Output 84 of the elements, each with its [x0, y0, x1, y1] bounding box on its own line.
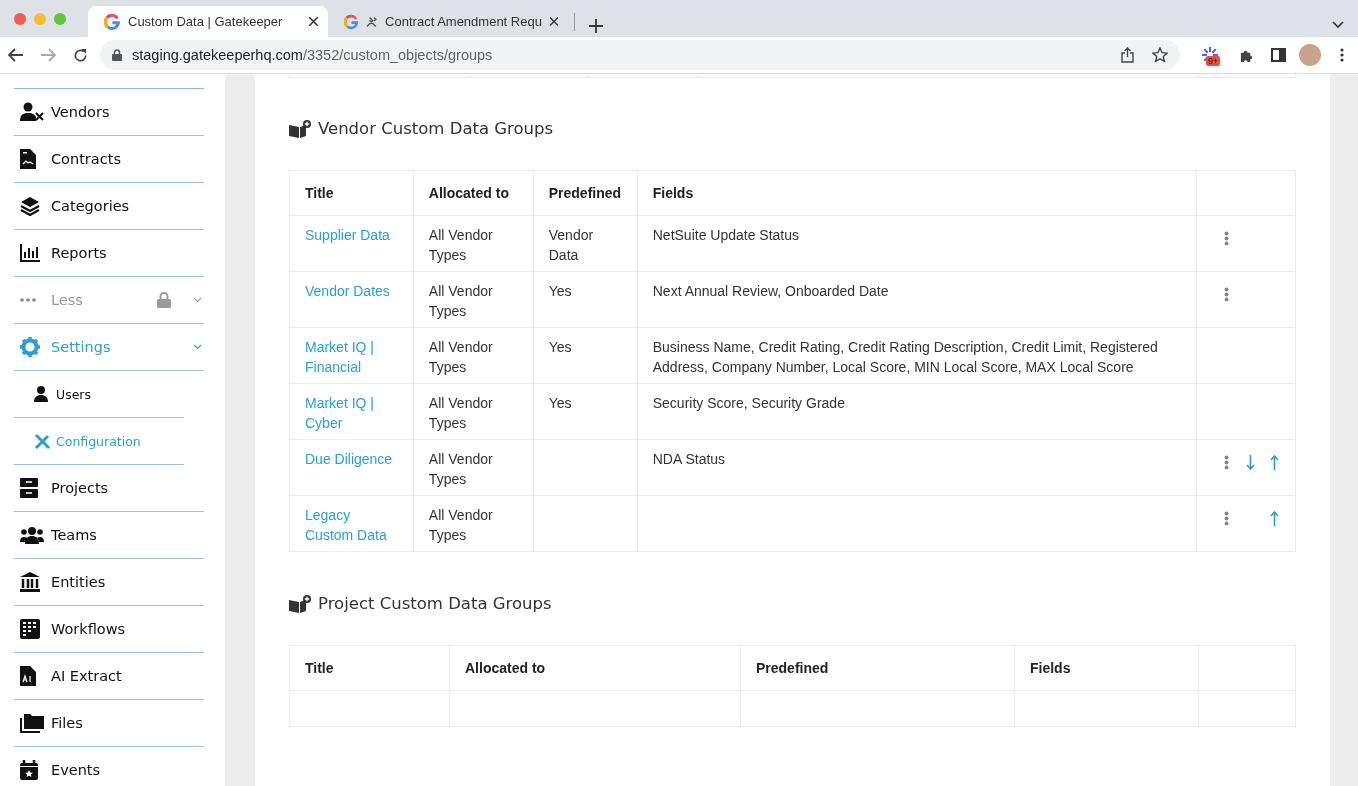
new-tab-button[interactable]: [589, 19, 603, 33]
people-group-icon: [20, 526, 44, 544]
fields-text: Business Name, Credit Rating, Credit Rating Description, Credit Limit, Registered Address, Company Number, Local Score, MIN Local Score, MAX Local Score: [652, 339, 1158, 375]
share-icon[interactable]: [1121, 47, 1134, 63]
sidebar-item[interactable]: Entities: [14, 559, 204, 606]
archive-box-icon: [20, 478, 38, 498]
section-heading: Project Custom Data Groups: [318, 594, 552, 613]
column-header: Predefined: [740, 645, 1015, 691]
chevron-icon[interactable]: [193, 297, 202, 303]
kebab-menu-icon[interactable]: [1224, 455, 1230, 470]
lock-icon: [157, 292, 171, 308]
move-up-arrow-icon[interactable]: [1270, 455, 1280, 470]
predefined-text: Yes: [548, 283, 572, 299]
column-header: Predefined: [533, 170, 638, 216]
allocated-to-text: All Vendor Types: [428, 451, 493, 487]
sidebar-item[interactable]: Projects: [14, 465, 204, 512]
address-bar[interactable]: staging.gatekeeperhq.com/3352/custom_objects/groups: [100, 40, 1180, 70]
reload-icon[interactable]: [72, 47, 88, 63]
layers-icon: [20, 196, 40, 216]
move-down-arrow-icon[interactable]: [1246, 455, 1256, 470]
sidebar-item[interactable]: Vendors: [14, 89, 204, 136]
notification-badge: 9+: [1206, 56, 1221, 66]
back-icon[interactable]: [8, 48, 24, 62]
allocated-to-text: All Vendor Types: [428, 507, 493, 543]
forward-icon[interactable]: [40, 48, 56, 62]
favicon-icon: [104, 13, 120, 30]
person-tools-icon: [20, 102, 44, 122]
column-header: Title: [289, 645, 450, 691]
book-plus-icon: [289, 119, 312, 138]
bar-chart-icon: [20, 244, 40, 262]
browser-tab[interactable]: Contract Amendment Requ: [328, 6, 568, 37]
kebab-menu-icon[interactable]: [1224, 511, 1230, 526]
book-plus-icon: [289, 594, 312, 613]
close-tab-icon[interactable]: [309, 17, 318, 26]
fields-text: Security Score, Security Grade: [652, 395, 845, 411]
predefined-text: Vendor Data: [548, 227, 594, 263]
kebab-menu-icon[interactable]: [1224, 287, 1230, 302]
person-icon: [34, 386, 48, 402]
star-icon[interactable]: [1152, 47, 1168, 63]
sidebar-item[interactable]: Users: [14, 371, 184, 418]
sidebar-item[interactable]: Workflows: [14, 606, 204, 653]
move-up-arrow-icon[interactable]: [1270, 511, 1280, 526]
fields-text: Next Annual Review, Onboarded Date: [652, 283, 889, 299]
browser-tab[interactable]: Custom Data | Gatekeeper: [88, 6, 328, 37]
allocated-to-text: All Vendor Types: [428, 227, 493, 263]
extension-burst-icon[interactable]: [1201, 46, 1219, 64]
tab-list-icon[interactable]: [1332, 21, 1344, 29]
allocated-to-text: All Vendor Types: [428, 339, 493, 375]
ellipsis-icon: [20, 298, 36, 302]
column-header: Title: [289, 170, 414, 216]
sidebar-item[interactable]: Reports: [14, 230, 204, 277]
sidebar-item[interactable]: Categories: [14, 183, 204, 230]
column-header: Fields: [1014, 645, 1199, 691]
fields-text: NetSuite Update Status: [652, 227, 800, 243]
sidebar-item[interactable]: AI Extract: [14, 653, 204, 700]
ai-document-icon: [20, 666, 36, 686]
sidebar-item[interactable]: Events: [14, 747, 204, 786]
gear-icon: [20, 337, 40, 357]
lock-icon: [112, 49, 122, 61]
sidebar-item[interactable]: Teams: [14, 512, 204, 559]
side-panel-icon[interactable]: [1270, 48, 1286, 62]
allocated-to-text: All Vendor Types: [428, 283, 493, 319]
grid-table-icon: [20, 619, 40, 639]
section-heading: Vendor Custom Data Groups: [318, 119, 554, 138]
tools-icon: [34, 432, 51, 450]
allocated-to-text: All Vendor Types: [428, 395, 493, 431]
favicon-icon: [344, 13, 359, 30]
chevron-icon[interactable]: [193, 344, 202, 350]
kebab-menu-icon[interactable]: [1224, 231, 1230, 246]
document-icon: [20, 149, 36, 169]
close-window-button[interactable]: [14, 12, 26, 25]
folders-icon: [20, 713, 44, 733]
predefined-text: Yes: [548, 395, 572, 411]
sidebar-item[interactable]: Files: [14, 700, 204, 747]
predefined-text: Yes: [548, 339, 572, 355]
bank-building-icon: [20, 572, 40, 592]
profile-avatar[interactable]: [1299, 44, 1321, 66]
column-header: Allocated to: [413, 170, 534, 216]
more-options-icon[interactable]: [1340, 48, 1344, 62]
close-tab-icon[interactable]: [549, 17, 558, 26]
column-header: Fields: [637, 170, 1197, 216]
fields-text: NDA Status: [652, 451, 726, 467]
column-header: Allocated to: [449, 645, 741, 691]
sidebar-item[interactable]: Contracts: [14, 136, 204, 183]
